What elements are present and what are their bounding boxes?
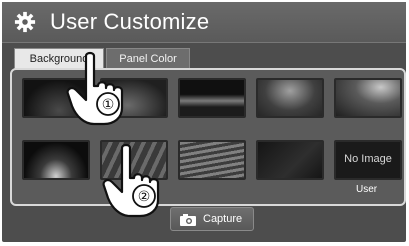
callout-marker-1: ①	[102, 97, 115, 113]
page-title: User Customize	[50, 9, 210, 34]
header-bar: User Customize	[2, 2, 406, 43]
camera-icon	[180, 214, 196, 226]
background-thumbnail-8[interactable]	[178, 140, 246, 180]
capture-button-label: Capture	[203, 213, 243, 225]
user-slot-label: User	[356, 184, 378, 195]
callout-marker-2: ②	[138, 189, 151, 205]
capture-button[interactable]: Capture	[170, 207, 254, 231]
background-thumbnail-9[interactable]	[256, 140, 324, 180]
background-thumbnail-6[interactable]	[22, 140, 90, 180]
background-thumbnail-4[interactable]	[256, 78, 324, 118]
background-thumbnail-5[interactable]	[334, 78, 402, 118]
pointing-hand-icon: ②	[102, 143, 160, 218]
no-image-text: No Image	[344, 153, 392, 165]
user-background-slot[interactable]: No Image	[334, 140, 402, 180]
pointing-hand-icon: ①	[66, 51, 124, 126]
gear-icon	[14, 11, 36, 33]
background-thumbnail-3[interactable]	[178, 78, 246, 118]
